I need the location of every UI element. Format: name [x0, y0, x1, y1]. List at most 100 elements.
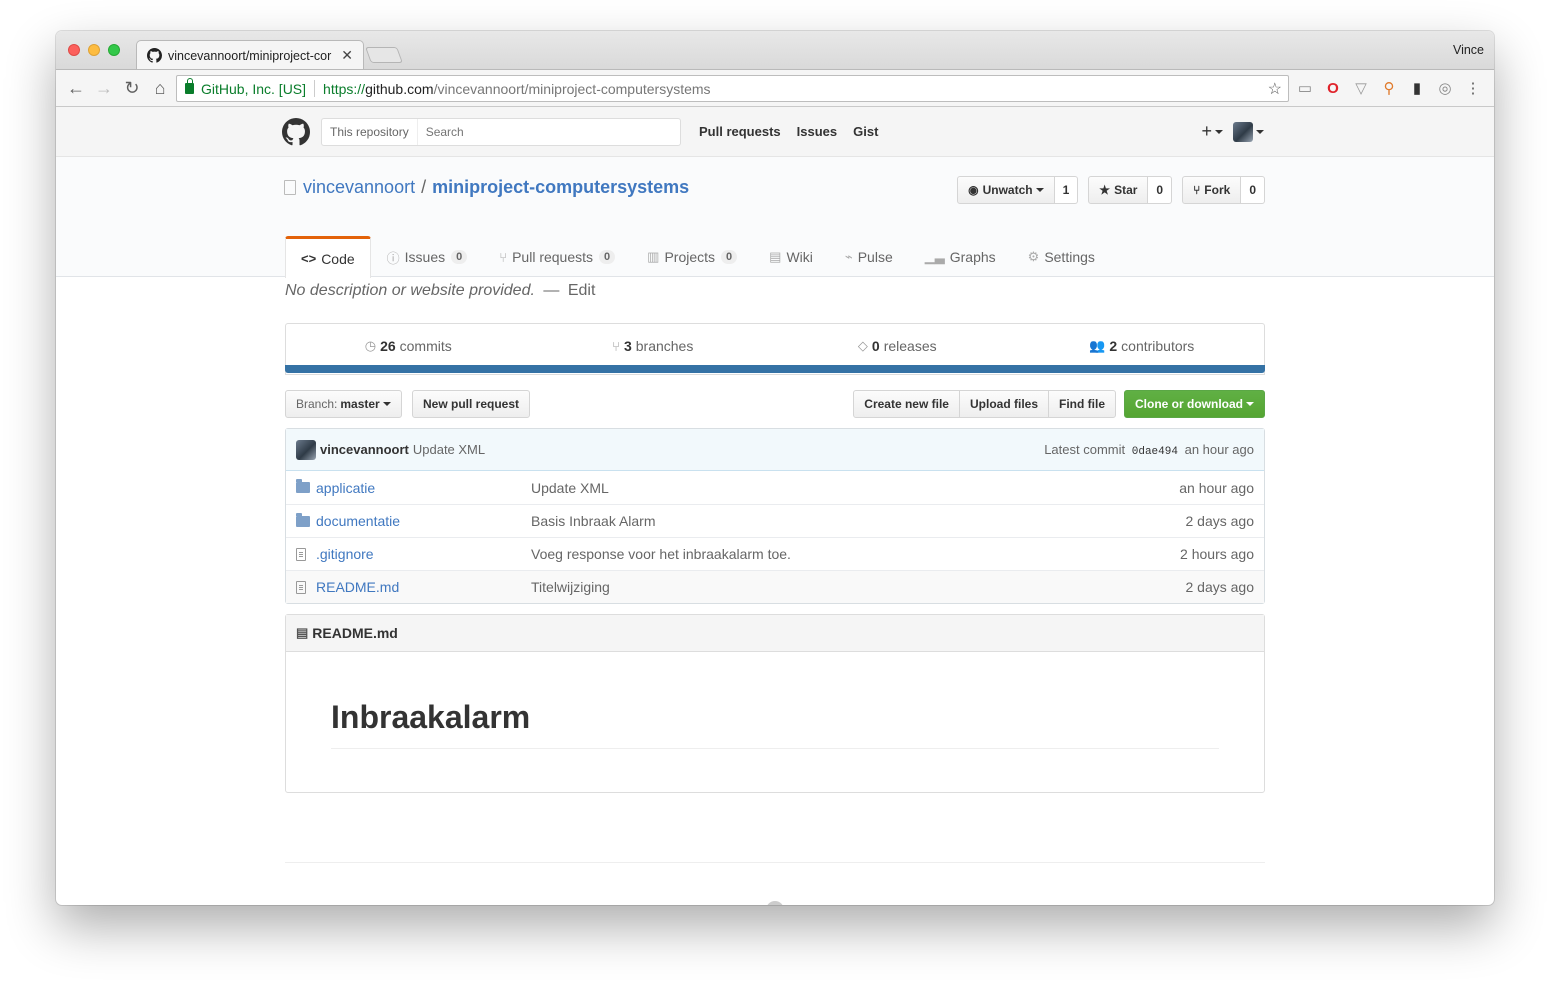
commit-message-link[interactable]: Update XML: [413, 442, 485, 457]
eye-icon: ◉: [968, 183, 979, 197]
tab-wiki-label: Wiki: [786, 249, 813, 265]
profile-name[interactable]: Vince: [1453, 43, 1484, 57]
close-window-button[interactable]: [68, 44, 80, 56]
fork-label: Fork: [1204, 183, 1231, 197]
vue-devtools-icon[interactable]: ▽: [1352, 79, 1370, 97]
star-label: Star: [1114, 183, 1138, 197]
new-pull-request-button[interactable]: New pull request: [412, 390, 531, 418]
table-row: applicatie Update XML an hour ago: [286, 471, 1264, 504]
forward-arrow-icon[interactable]: →: [90, 74, 118, 102]
repo-header: vincevannoort / miniproject-computersyst…: [56, 157, 1494, 278]
watch-count[interactable]: 1: [1054, 176, 1079, 204]
extension-icons: ▭ O ▽ ⚲ ▮ ◎ ⋮: [1296, 79, 1482, 98]
file-age: 2 days ago: [1185, 579, 1255, 595]
reload-icon[interactable]: ↻: [118, 74, 146, 102]
repo-owner-link[interactable]: vincevannoort: [303, 177, 415, 198]
pin-extension-icon[interactable]: ⚲: [1380, 79, 1398, 97]
commits-count: 26: [380, 338, 396, 354]
opera-icon[interactable]: O: [1324, 79, 1342, 97]
file-commit-message-link[interactable]: Voeg response voor het inbraakalarm toe.: [531, 546, 1180, 562]
contributors-label: contributors: [1121, 338, 1195, 354]
browser-tab[interactable]: vincevannoort/miniproject-cor ✕: [136, 40, 364, 70]
avatar[interactable]: [296, 439, 316, 460]
latest-commit: Latest commit 0dae494 an hour ago: [1044, 442, 1254, 458]
bookmark-star-icon[interactable]: ☆: [1268, 79, 1282, 99]
menu-kebab-icon[interactable]: ⋮: [1464, 79, 1482, 97]
tab-close-icon[interactable]: ✕: [341, 47, 353, 64]
description-dash: —: [543, 282, 560, 299]
tab-settings[interactable]: ⚙ Settings: [1012, 236, 1111, 277]
file-name-link[interactable]: .gitignore: [316, 546, 531, 562]
zoom-window-button[interactable]: [108, 44, 120, 56]
github-favicon-icon: [147, 48, 162, 63]
readme-filename: README.md: [312, 625, 398, 641]
file-name-link[interactable]: README.md: [316, 579, 531, 595]
title-bar: vincevannoort/miniproject-cor ✕ Vince: [56, 31, 1494, 70]
tab-settings-label: Settings: [1044, 249, 1095, 265]
file-name-link[interactable]: applicatie: [316, 480, 531, 496]
find-file-button[interactable]: Find file: [1048, 390, 1116, 418]
header-nav-pull-requests[interactable]: Pull requests: [699, 124, 781, 139]
repo-nav: <> Code ⓘ Issues 0 ⑂ Pull requests 0 ▥ Project…: [285, 236, 1111, 278]
home-icon[interactable]: ⌂: [146, 74, 174, 102]
latest-commit-label: Latest commit: [1044, 441, 1126, 457]
readme-heading: Inbraakalarm: [331, 699, 1219, 749]
back-arrow-icon[interactable]: ←: [62, 74, 90, 102]
language-bar[interactable]: [285, 365, 1265, 373]
unwatch-button[interactable]: ◉ Unwatch: [957, 176, 1055, 204]
header-nav-gist[interactable]: Gist: [853, 124, 878, 139]
tab-pulse[interactable]: ⌁ Pulse: [829, 236, 909, 277]
file-icon: [296, 580, 312, 594]
file-name-link[interactable]: documentatie: [316, 513, 531, 529]
header-nav-issues[interactable]: Issues: [797, 124, 837, 139]
repo-actions: ◉ Unwatch 1 ★ Star 0 ⑂ Fork 0: [957, 176, 1265, 204]
chevron-down-icon: [1246, 402, 1254, 406]
new-tab-button[interactable]: [365, 47, 403, 63]
minimize-window-button[interactable]: [88, 44, 100, 56]
address-bar[interactable]: GitHub, Inc. [US] https://github.com/vin…: [176, 75, 1289, 102]
fork-button[interactable]: ⑂ Fork: [1182, 176, 1242, 204]
create-new-file-button[interactable]: Create new file: [853, 390, 960, 418]
tab-pull-requests[interactable]: ⑂ Pull requests 0: [483, 236, 631, 277]
upload-files-button[interactable]: Upload files: [958, 390, 1049, 418]
tab-graphs[interactable]: ▁▃ Graphs: [909, 236, 1012, 277]
readme-header: ▤ README.md: [286, 615, 1264, 652]
table-row: .gitignore Voeg response voor het inbraa…: [286, 537, 1264, 570]
branch-select-button[interactable]: Branch: master: [285, 390, 402, 418]
tab-wiki[interactable]: ▤ Wiki: [753, 236, 829, 277]
privacy-extension-icon[interactable]: ◎: [1436, 79, 1454, 97]
repo-name-link[interactable]: miniproject-computersystems: [432, 177, 689, 198]
tab-projects[interactable]: ▥ Projects 0: [631, 236, 753, 277]
tab-code[interactable]: <> Code: [285, 236, 371, 278]
issue-icon: ⓘ: [386, 250, 400, 266]
readability-icon[interactable]: ▮: [1408, 79, 1426, 97]
pull-request-icon: ⑂: [499, 249, 508, 265]
file-commit-message-link[interactable]: Basis Inbraak Alarm: [531, 513, 1186, 529]
edit-description-link[interactable]: Edit: [568, 282, 596, 299]
file-commit-message-link[interactable]: Update XML: [531, 480, 1179, 496]
commit-age: an hour ago: [1184, 441, 1254, 457]
fork-count[interactable]: 0: [1241, 176, 1265, 204]
file-commit-message-link[interactable]: Titelwijziging: [531, 579, 1186, 595]
window-controls: [68, 44, 120, 56]
releases-count: 0: [871, 338, 880, 354]
cast-icon[interactable]: ▭: [1296, 79, 1314, 97]
tab-title: vincevannoort/miniproject-cor: [168, 48, 332, 63]
commit-sha-link[interactable]: 0dae494: [1132, 446, 1178, 458]
github-logo-icon[interactable]: [282, 118, 310, 146]
issues-counter: 0: [451, 250, 468, 264]
clone-or-download-button[interactable]: Clone or download: [1124, 390, 1265, 418]
user-menu-dropdown[interactable]: [1233, 121, 1264, 142]
star-button[interactable]: ★ Star: [1088, 176, 1149, 204]
commit-author-link[interactable]: vincevannoort: [320, 442, 409, 457]
contributors-count: 2: [1109, 338, 1118, 354]
repo-separator: /: [421, 177, 427, 197]
ev-certificate-label[interactable]: GitHub, Inc. [US]: [201, 81, 306, 97]
tab-issues[interactable]: ⓘ Issues 0: [371, 236, 484, 277]
browser-window: vincevannoort/miniproject-cor ✕ Vince ← …: [56, 31, 1494, 905]
star-count[interactable]: 0: [1148, 176, 1173, 204]
code-icon: <>: [301, 251, 317, 266]
search-input[interactable]: [417, 125, 680, 139]
create-new-dropdown[interactable]: +: [1201, 121, 1223, 142]
footer-logo-icon[interactable]: [766, 901, 784, 905]
